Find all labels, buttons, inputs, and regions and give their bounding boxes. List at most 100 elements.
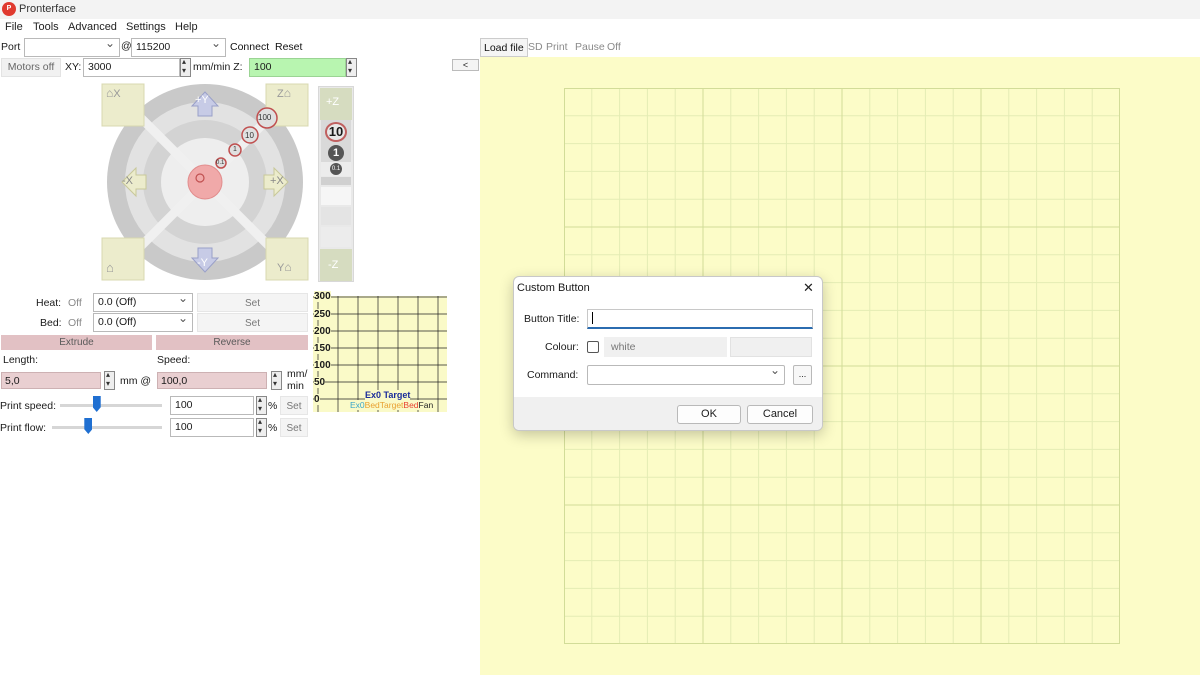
- temp-graph-legend: Ex0BedTargetBedFan: [350, 400, 434, 410]
- print-flow-slider[interactable]: [52, 426, 162, 429]
- print-flow-label: Print flow:: [0, 422, 47, 434]
- xy-step-0-1[interactable]: 0.1: [216, 160, 224, 166]
- button-title-input[interactable]: [587, 309, 813, 329]
- print-flow-spinner[interactable]: [256, 417, 267, 437]
- xy-step-100[interactable]: 100: [258, 113, 271, 122]
- pause-button[interactable]: Pause: [572, 38, 608, 57]
- plus-x-label[interactable]: +X: [270, 175, 284, 187]
- temp-tick-250: 250: [314, 309, 331, 320]
- bed-off-button[interactable]: Off: [68, 317, 82, 329]
- temp-tick-300: 300: [314, 291, 331, 302]
- z-jog-control[interactable]: +Z 10 1 0.1 -Z: [318, 86, 354, 282]
- reset-button[interactable]: Reset: [272, 38, 305, 57]
- bed-set-button[interactable]: Set: [197, 313, 308, 332]
- print-speed-spinner[interactable]: [256, 395, 267, 415]
- z-step-1[interactable]: 1: [321, 144, 351, 162]
- dialog-title: Custom Button: [517, 282, 590, 294]
- menu-advanced[interactable]: Advanced: [68, 21, 117, 33]
- xy-jog-control[interactable]: ⌂X Z⌂ ⌂ Y⌂ +Y -Y +X -X 100 10 1 0.1: [100, 82, 310, 287]
- browse-button[interactable]: ...: [793, 365, 812, 385]
- colour-checkbox[interactable]: [587, 341, 599, 353]
- z-step-0-1[interactable]: 0.1: [321, 162, 351, 176]
- home-all-icon[interactable]: ⌂: [106, 260, 114, 275]
- temp-tick-0: 0: [314, 394, 320, 405]
- temp-tick-100: 100: [314, 360, 331, 371]
- print-flow-slider-thumb[interactable]: [84, 418, 93, 434]
- print-flow-percent: %: [268, 422, 278, 434]
- print-speed-slider-thumb[interactable]: [92, 396, 101, 412]
- ok-button[interactable]: OK: [677, 405, 741, 424]
- z-feedrate-spinner[interactable]: [346, 57, 357, 77]
- close-icon[interactable]: ✕: [803, 280, 814, 296]
- xy-step-10[interactable]: 10: [245, 131, 254, 140]
- speed-spinner[interactable]: [271, 370, 282, 390]
- length-input[interactable]: 5,0: [1, 372, 101, 389]
- heat-label: Heat:: [36, 297, 62, 309]
- connect-button[interactable]: Connect: [227, 38, 272, 57]
- z-plus-button[interactable]: +Z: [320, 88, 352, 120]
- speed-input[interactable]: 100,0: [157, 372, 267, 389]
- heat-off-button[interactable]: Off: [68, 297, 82, 309]
- menu-file[interactable]: File: [5, 21, 23, 33]
- cancel-button[interactable]: Cancel: [747, 405, 813, 424]
- minus-x-label[interactable]: -X: [122, 175, 133, 187]
- port-label: Port: [1, 41, 21, 53]
- print-button[interactable]: Print: [543, 38, 571, 57]
- heat-select[interactable]: 0.0 (Off): [93, 293, 193, 312]
- command-select[interactable]: [587, 365, 785, 385]
- print-speed-percent: %: [268, 400, 278, 412]
- print-speed-label: Print speed:: [0, 400, 57, 412]
- z-feed-label: mm/min Z:: [193, 61, 243, 73]
- print-flow-set-button[interactable]: Set: [280, 418, 308, 437]
- title-bar: P Pronterface: [0, 0, 1200, 19]
- motors-off-button[interactable]: Motors off: [1, 58, 61, 77]
- xy-feedrate-input[interactable]: 3000: [83, 58, 180, 77]
- xy-feedrate-spinner[interactable]: [180, 57, 191, 77]
- menu-settings[interactable]: Settings: [126, 21, 166, 33]
- legend-target: Target: [379, 400, 404, 410]
- z-feedrate-input[interactable]: 100: [249, 58, 346, 77]
- menu-help[interactable]: Help: [175, 21, 198, 33]
- port-select[interactable]: [24, 38, 120, 57]
- print-flow-input[interactable]: 100: [170, 418, 254, 437]
- menu-bar: File Tools Advanced Settings Help: [0, 19, 1200, 37]
- button-title-label: Button Title:: [524, 313, 580, 325]
- plus-y-label[interactable]: +Y: [195, 94, 209, 106]
- speed-unit-label: mm/min: [287, 368, 308, 392]
- print-speed-input[interactable]: 100: [170, 396, 254, 415]
- baud-select[interactable]: 115200: [131, 38, 226, 57]
- temp-tick-200: 200: [314, 326, 331, 337]
- menu-tools[interactable]: Tools: [33, 21, 59, 33]
- off-button[interactable]: Off: [604, 38, 624, 57]
- xy-feed-label: XY:: [65, 61, 82, 73]
- load-file-button[interactable]: Load file: [480, 38, 528, 57]
- collapse-button[interactable]: <: [452, 59, 479, 71]
- z-minus-button[interactable]: -Z: [320, 249, 352, 281]
- temp-tick-150: 150: [314, 343, 331, 354]
- xy-step-1[interactable]: 1: [233, 146, 237, 153]
- legend-fan: Fan: [418, 400, 434, 410]
- z-step-10[interactable]: 10: [321, 120, 351, 144]
- home-y-icon[interactable]: Y⌂: [277, 260, 292, 274]
- dialog-footer: OK Cancel: [514, 397, 822, 430]
- bed-select[interactable]: 0.0 (Off): [93, 313, 193, 332]
- speed-label: Speed:: [157, 354, 191, 366]
- print-speed-slider[interactable]: [60, 404, 162, 407]
- temp-graph-title: Ex0 Target: [365, 390, 411, 400]
- length-spinner[interactable]: [104, 370, 115, 390]
- home-z-icon[interactable]: Z⌂: [277, 86, 291, 100]
- colour-picker-button[interactable]: [730, 337, 812, 357]
- temp-tick-50: 50: [314, 377, 326, 388]
- print-speed-set-button[interactable]: Set: [280, 396, 308, 415]
- heat-set-button[interactable]: Set: [197, 293, 308, 312]
- home-x-icon[interactable]: ⌂X: [106, 86, 121, 100]
- legend-bed-target: Bed: [403, 400, 419, 410]
- bed-label: Bed:: [40, 317, 62, 329]
- legend-bed: Bed: [364, 400, 380, 410]
- minus-y-label[interactable]: -Y: [197, 257, 208, 269]
- extrude-button[interactable]: Extrude: [1, 335, 152, 350]
- custom-button-dialog: Custom Button ✕ Button Title: Colour: wh…: [513, 276, 823, 431]
- colour-label: Colour:: [545, 341, 579, 353]
- colour-input[interactable]: white: [604, 337, 727, 357]
- reverse-button[interactable]: Reverse: [156, 335, 308, 350]
